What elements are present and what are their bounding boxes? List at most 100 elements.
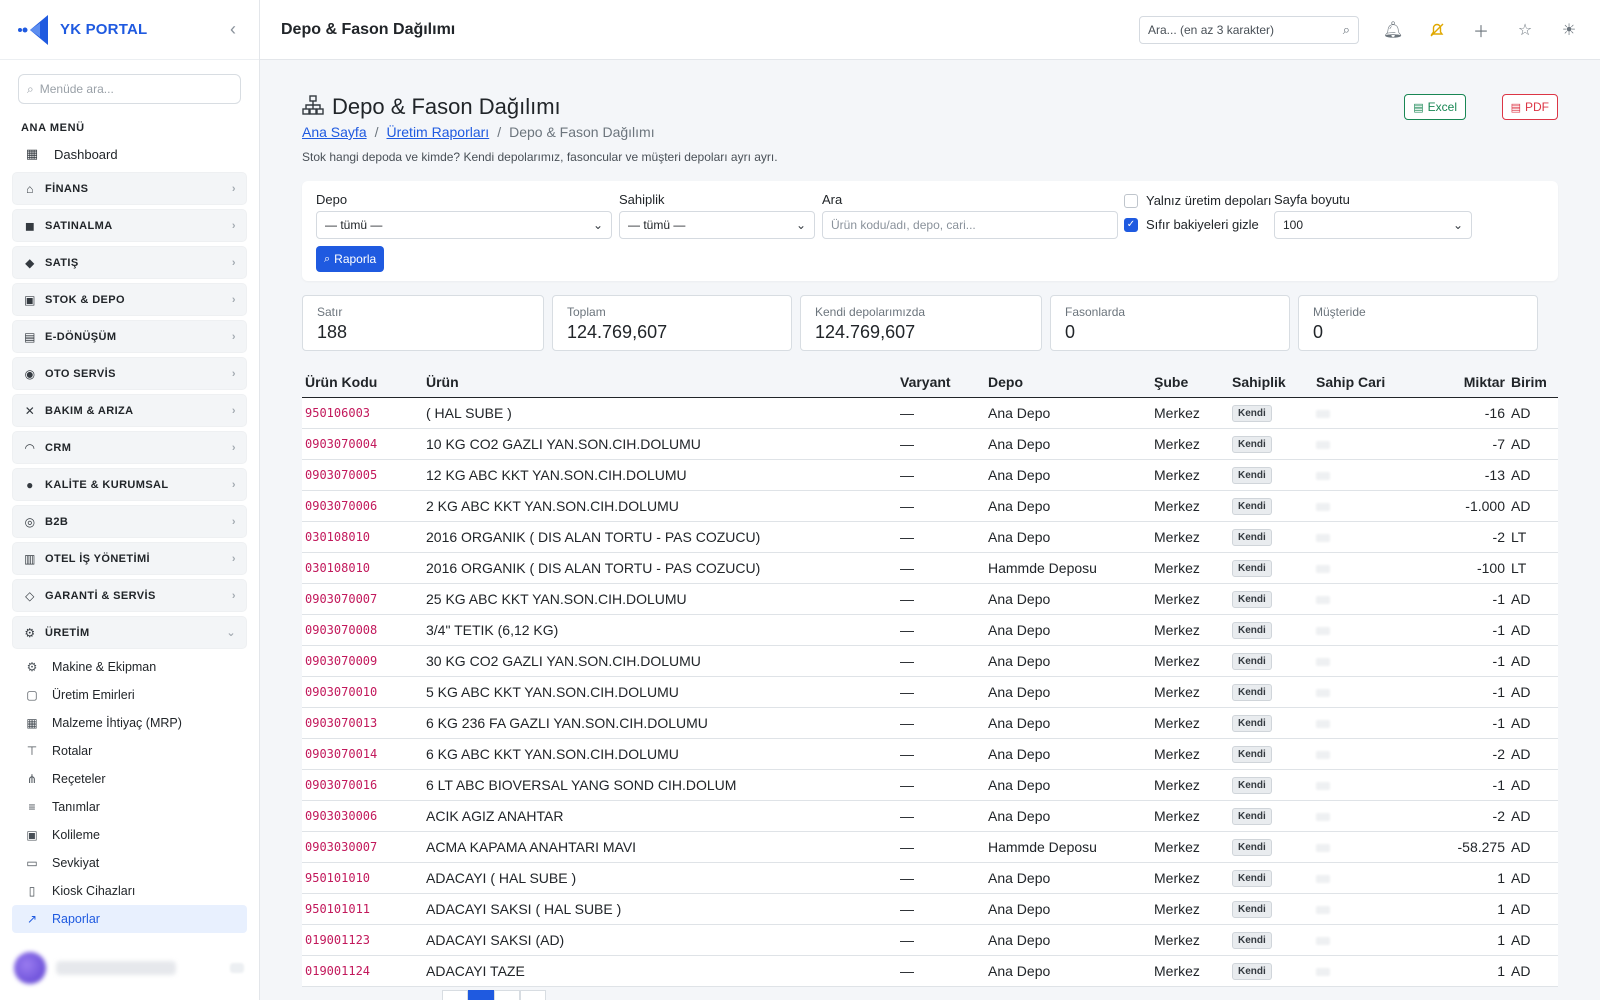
pagination-page[interactable]	[468, 990, 494, 1000]
sidebar-group[interactable]: ▥ OTEL İŞ YÖNETİMİ ›	[12, 542, 247, 575]
bell-icon[interactable]: 🔔︎	[1383, 20, 1403, 40]
column-header[interactable]: Sahiplik	[1229, 367, 1313, 398]
table-row[interactable]: 0903030007 ACMA KAPAMA ANAHTARI MAVI — Hamm…	[302, 831, 1558, 863]
sidebar-group[interactable]: ● KALİTE & KURUMSAL ›	[12, 468, 247, 501]
table-row[interactable]: 0903070006 2 KG ABC KKT YAN.SON.CIH.DOLUM…	[302, 490, 1558, 522]
sidebar-group-label: OTO SERVİS	[45, 367, 116, 380]
column-header[interactable]: Varyant	[897, 367, 985, 398]
collapse-sidebar-icon[interactable]: ‹	[223, 19, 243, 40]
sidebar-subitem[interactable]: ⊤ Rotalar	[12, 737, 247, 765]
table-row[interactable]: 0903070010 5 KG ABC KKT YAN.SON.CIH.DOLUM…	[302, 676, 1558, 708]
cell-depo: Ana Depo	[985, 924, 1151, 956]
column-header[interactable]: Depo	[985, 367, 1151, 398]
sidebar-group[interactable]: ⌂ FİNANS ›	[12, 172, 247, 205]
cell-product: 25 KG ABC KKT YAN.SON.CIH.DOLUMU	[423, 583, 897, 615]
sidebar-subitem[interactable]: ▭ Sevkiyat	[12, 849, 247, 877]
export-pdf-button[interactable]: ▤ PDF	[1501, 94, 1558, 120]
cell-depo: Ana Depo	[985, 614, 1151, 646]
table-row[interactable]: 0903070004 10 KG CO2 GAZLI YAN.SON.CIH.DO…	[302, 428, 1558, 460]
column-header[interactable]: Ürün	[423, 367, 897, 398]
pagination-page[interactable]	[494, 990, 520, 1000]
bell-slash-icon[interactable]	[1427, 20, 1447, 40]
sidebar-subitem[interactable]: ⋔ Reçeteler	[12, 765, 247, 793]
cell-qty: -16	[1423, 397, 1508, 429]
column-header[interactable]: Birim	[1508, 367, 1558, 398]
column-header[interactable]: Ürün Kodu	[302, 367, 423, 398]
cell-sahiplik: Kendi	[1229, 924, 1313, 956]
cell-unit: AD	[1508, 397, 1558, 429]
table-row[interactable]: 0903070009 30 KG CO2 GAZLI YAN.SON.CIH.DO…	[302, 645, 1558, 677]
cell-depo: Ana Depo	[985, 583, 1151, 615]
sidebar-group[interactable]: ▤ E-DÖNÜŞÜM ›	[12, 320, 247, 353]
table-row[interactable]: 950101011 ADACAYI SAKSI ( HAL SUBE ) — Ana …	[302, 893, 1558, 925]
pagination-next[interactable]	[520, 990, 546, 1000]
sidebar-subitem[interactable]: ▯ Kiosk Cihazları	[12, 877, 247, 905]
main-content: Depo & Fason Dağılımı Ana Sayfa / Üretim…	[260, 60, 1600, 1000]
only-production-checkbox[interactable]: Yalnız üretim depoları	[1124, 193, 1272, 208]
table-row[interactable]: 0903070008 3/4" TETIK (6,12 KG) — Ana Depo M…	[302, 614, 1558, 646]
table-row[interactable]: 0903070005 12 KG ABC KKT YAN.SON.CIH.DOLU…	[302, 459, 1558, 491]
table-row[interactable]: 019001123 ADACAYI SAKSI (AD) — Ana Depo Merk…	[302, 924, 1558, 956]
sahiplik-select[interactable]: — tümü — ⌄	[619, 211, 815, 239]
breadcrumb-home-link[interactable]: Ana Sayfa	[302, 124, 367, 140]
column-header[interactable]: Miktar	[1423, 367, 1508, 398]
cell-unit: AD	[1508, 583, 1558, 615]
plus-icon[interactable]: ＋	[1471, 20, 1491, 41]
theme-toggle-icon[interactable]: ☀	[1559, 20, 1579, 40]
sidebar-group[interactable]: ⚙ ÜRETİM ⌄	[12, 616, 247, 649]
sidebar-group-label: SATINALMA	[45, 219, 113, 232]
user-profile[interactable]	[14, 952, 244, 984]
sidebar-subitem[interactable]: ⚙ Makine & Ekipman	[12, 653, 247, 681]
table-row[interactable]: 950101010 ADACAYI ( HAL SUBE ) — Ana Depo Me…	[302, 862, 1558, 894]
sidebar-item-dashboard[interactable]: ▦ Dashboard	[0, 140, 259, 168]
table-row[interactable]: 0903070014 6 KG ABC KKT YAN.SON.CIH.DOLUM…	[302, 738, 1558, 770]
hide-zero-checkbox[interactable]: ✓ Sıfır bakiyeleri gizle	[1124, 217, 1259, 232]
column-header[interactable]: Şube	[1151, 367, 1229, 398]
sidebar-group[interactable]: ◠ CRM ›	[12, 431, 247, 464]
breadcrumb-parent-link[interactable]: Üretim Raporları	[387, 124, 490, 140]
sidebar-subitem[interactable]: ▢ Üretim Emirleri	[12, 681, 247, 709]
pagination-prev[interactable]	[442, 990, 468, 1000]
report-button[interactable]: ⌕ Raporla	[316, 246, 385, 272]
table-row[interactable]: 030108010 2016 ORGANIK ( DIS ALAN TORTU -…	[302, 552, 1558, 584]
table-row[interactable]: 0903070016 6 LT ABC BIOVERSAL YANG SOND C…	[302, 769, 1558, 801]
page-size-select[interactable]: 100 ⌄	[1274, 211, 1472, 239]
cell-variant: —	[897, 583, 985, 615]
stat-label: Müşteride	[1313, 305, 1366, 319]
export-excel-button[interactable]: ▤ Excel	[1404, 94, 1466, 120]
sidebar-subitem[interactable]: ▦ Malzeme İhtiyaç (MRP)	[12, 709, 247, 737]
table-row[interactable]: 019001124 ADACAYI TAZE — Ana Depo Merkez Kend…	[302, 955, 1558, 987]
sidebar-subitem[interactable]: ▣ Kolileme	[12, 821, 247, 849]
cell-variant: —	[897, 397, 985, 429]
table-row[interactable]: 030108010 2016 ORGANIK ( DIS ALAN TORTU -…	[302, 521, 1558, 553]
table-row[interactable]: 0903070013 6 KG 236 FA GAZLI YAN.SON.CIH.…	[302, 707, 1558, 739]
sidebar-group[interactable]: ▣ STOK & DEPO ›	[12, 283, 247, 316]
global-search-input[interactable]: Ara... (en az 3 karakter) ⌕	[1139, 15, 1359, 44]
depo-select[interactable]: — tümü — ⌄	[316, 211, 612, 239]
status-badge: Kendi	[1232, 405, 1272, 422]
sidebar-group[interactable]: ✕ BAKIM & ARIZA ›	[12, 394, 247, 427]
sidebar-group[interactable]: ◼ SATINALMA ›	[12, 209, 247, 242]
sidebar-group[interactable]: ◇ GARANTİ & SERVİS ›	[12, 579, 247, 612]
cell-depo: Ana Depo	[985, 397, 1151, 429]
table-row[interactable]: 950106003( HAL SUBE ) — Ana Depo Merkez Kend…	[302, 397, 1558, 429]
sidebar-group[interactable]: ◆ SATIŞ ›	[12, 246, 247, 279]
menu-search-input[interactable]: ⌕ Menüde ara...	[18, 74, 241, 104]
sidebar-subitem[interactable]: ≡ Tanımlar	[12, 793, 247, 821]
cell-code: 0903070007	[302, 583, 423, 615]
table-row[interactable]: 0903030006 ACIK AGIZ ANAHTAR — Ana Depo Merk…	[302, 800, 1558, 832]
column-header[interactable]: Sahip Cari	[1313, 367, 1423, 398]
page-size-label: Sayfa boyutu	[1274, 192, 1350, 207]
checkbox-unchecked[interactable]	[1124, 193, 1138, 208]
star-icon[interactable]: ☆	[1515, 20, 1535, 40]
table-search-input[interactable]: Ürün kodu/adı, depo, cari...	[822, 211, 1118, 239]
checkbox-checked[interactable]: ✓	[1124, 217, 1138, 232]
stat-card: Müşteride 0	[1298, 295, 1538, 351]
sidebar-group[interactable]: ◎ B2B ›	[12, 505, 247, 538]
cell-variant: —	[897, 676, 985, 708]
cell-sahiplik: Kendi	[1229, 397, 1313, 429]
sidebar-subitem[interactable]: ↗ Raporlar	[12, 905, 247, 933]
table-row[interactable]: 0903070007 25 KG ABC KKT YAN.SON.CIH.DOLU…	[302, 583, 1558, 615]
bank-icon: ⌂	[26, 181, 34, 196]
sidebar-group[interactable]: ◉ OTO SERVİS ›	[12, 357, 247, 390]
